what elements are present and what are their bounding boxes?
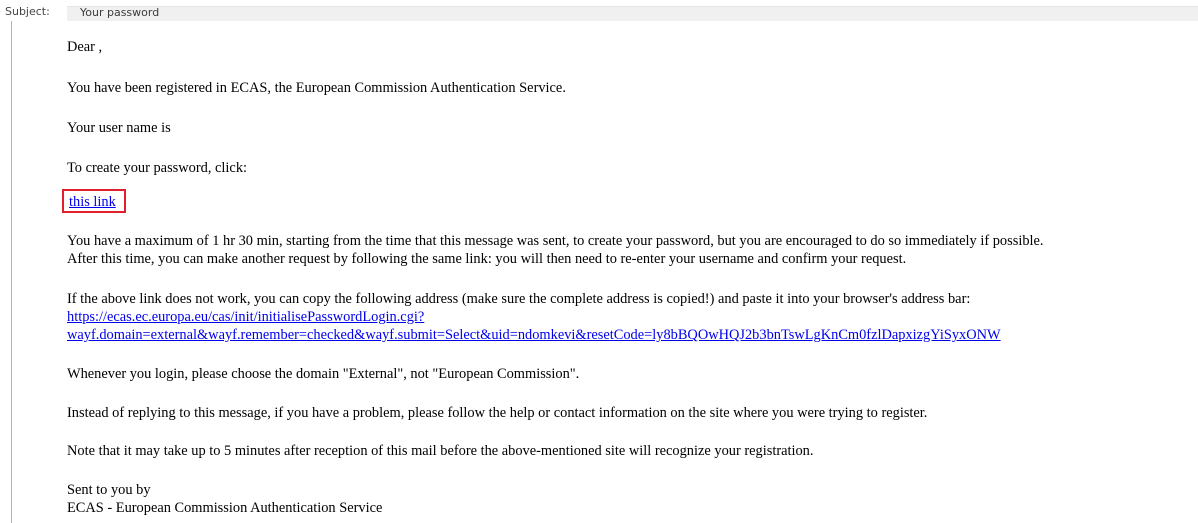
subject-field: Your password	[67, 6, 1198, 21]
username-text: Your user name is	[67, 120, 171, 136]
create-password-link[interactable]: this link	[69, 193, 116, 211]
fallback-instructions: If the above link does not work, you can…	[67, 291, 971, 307]
fallback-url-line2: wayf.domain=external&wayf.remember=check…	[67, 326, 1001, 344]
registered-text: You have been registered in ECAS, the Eu…	[67, 80, 566, 96]
message-header: Subject: Your password	[0, 0, 1198, 21]
max-time-text-line2: After this time, you can make another re…	[67, 251, 907, 267]
help-note: Instead of replying to this message, if …	[67, 405, 928, 421]
signature: ECAS - European Commission Authenticatio…	[67, 500, 383, 516]
fallback-url-link-2[interactable]: wayf.domain=external&wayf.remember=check…	[67, 327, 1001, 343]
create-password-prompt: To create your password, click:	[67, 160, 248, 176]
subject-value: Your password	[80, 6, 160, 19]
max-time-text-line1: You have a maximum of 1 hr 30 min, start…	[67, 233, 1044, 249]
fallback-url-line1: https://ecas.ec.europa.eu/cas/init/initi…	[67, 308, 424, 326]
message-frame-border	[11, 21, 12, 523]
delay-note: Note that it may take up to 5 minutes af…	[67, 443, 814, 459]
link-highlight-box: this link	[62, 189, 126, 213]
greeting: Dear ,	[67, 39, 103, 55]
sent-by-text: Sent to you by	[67, 482, 151, 498]
fallback-url-link-1[interactable]: https://ecas.ec.europa.eu/cas/init/initi…	[67, 309, 424, 325]
domain-note: Whenever you login, please choose the do…	[67, 366, 580, 382]
subject-label: Subject:	[5, 5, 50, 18]
